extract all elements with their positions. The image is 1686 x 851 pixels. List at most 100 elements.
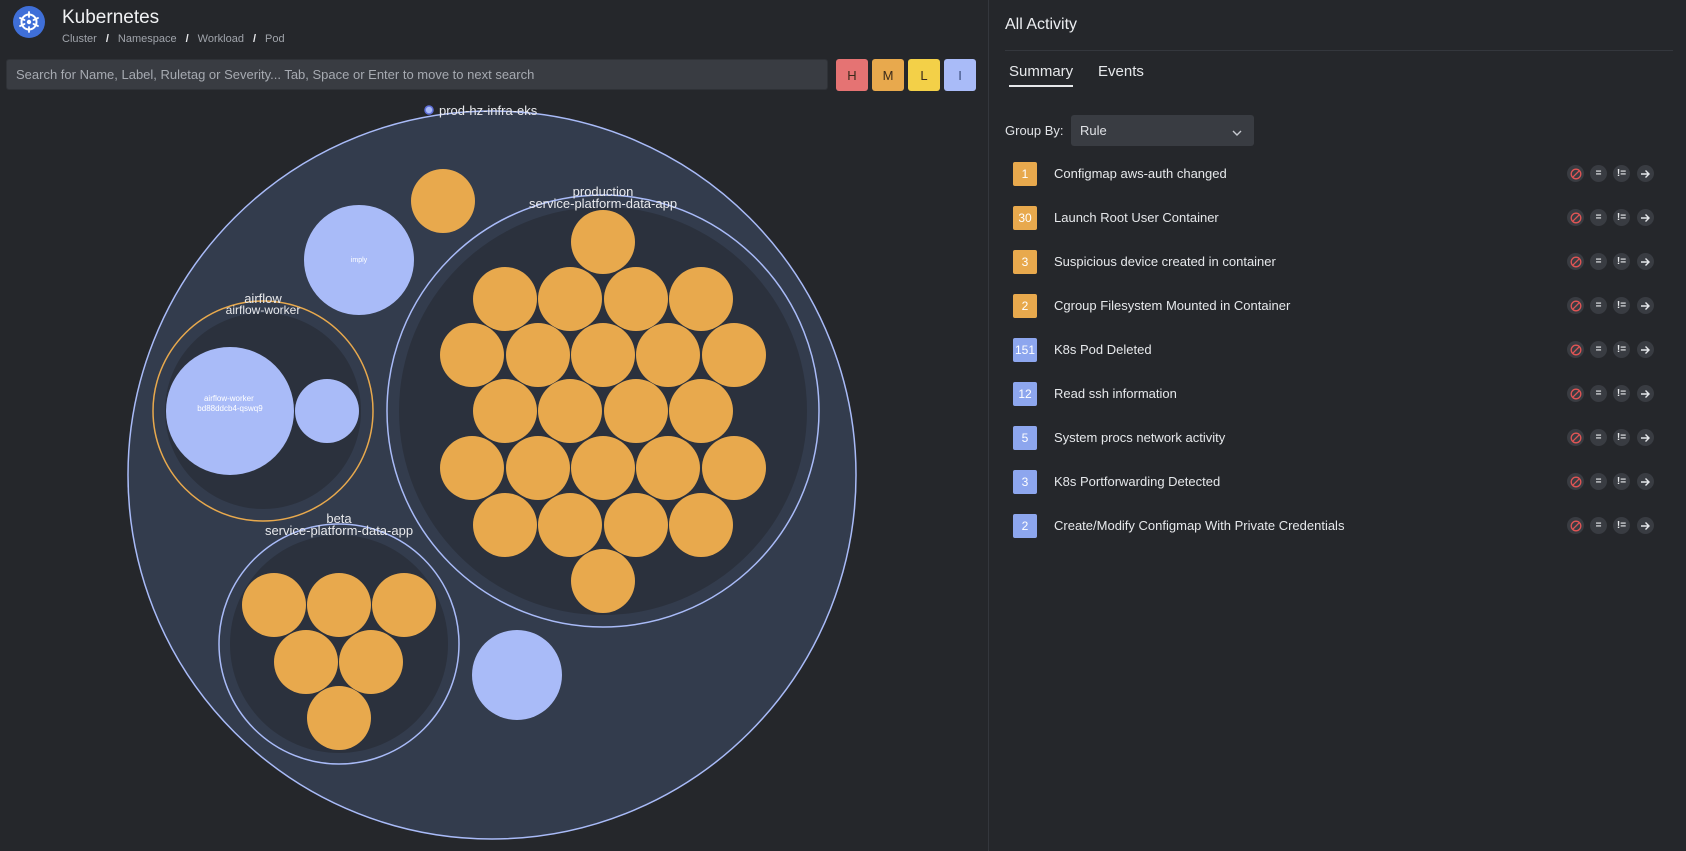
exclude-rule-icon[interactable] xyxy=(1567,209,1584,226)
tab-events[interactable]: Events xyxy=(1098,63,1144,85)
severity-filter-info[interactable]: I xyxy=(944,59,976,91)
arrow-right-icon[interactable] xyxy=(1637,341,1654,358)
production-pod-bubble[interactable] xyxy=(571,323,635,387)
filter-not-equals-button[interactable]: != xyxy=(1613,209,1630,226)
exclude-rule-icon[interactable] xyxy=(1567,473,1584,490)
rule-row[interactable]: 2 Create/Modify Configmap With Private Cr… xyxy=(1013,513,1654,539)
production-pod-bubble[interactable] xyxy=(669,267,733,331)
activity-title: All Activity xyxy=(1005,16,1078,33)
production-pod-bubble[interactable] xyxy=(702,323,766,387)
rule-row[interactable]: 3 K8s Portforwarding Detected = != xyxy=(1013,469,1654,495)
rule-row[interactable]: 5 System procs network activity = != xyxy=(1013,425,1654,451)
arrow-right-icon[interactable] xyxy=(1637,209,1654,226)
rule-name: Create/Modify Configmap With Private Cre… xyxy=(1054,518,1345,533)
filter-not-equals-button[interactable]: != xyxy=(1613,253,1630,270)
filter-not-equals-button[interactable]: != xyxy=(1613,341,1630,358)
exclude-rule-icon[interactable] xyxy=(1567,341,1584,358)
breadcrumb-cluster[interactable]: Cluster xyxy=(62,33,97,45)
filter-not-equals-button[interactable]: != xyxy=(1613,385,1630,402)
pod-bubble-airflow-small[interactable] xyxy=(295,379,359,443)
group-by-select[interactable]: Rule xyxy=(1071,115,1254,146)
rule-row[interactable]: 151 K8s Pod Deleted = != xyxy=(1013,337,1654,363)
cluster-bubble-chart[interactable]: prod-hz-infra-eks imply airflow airflow-… xyxy=(0,95,988,851)
rule-row[interactable]: 2 Cgroup Filesystem Mounted in Container =… xyxy=(1013,293,1654,319)
exclude-rule-icon[interactable] xyxy=(1567,253,1584,270)
production-pod-bubble[interactable] xyxy=(440,436,504,500)
severity-filter-high[interactable]: H xyxy=(836,59,868,91)
rule-count-badge: 2 xyxy=(1013,294,1037,318)
filter-equals-button[interactable]: = xyxy=(1590,341,1607,358)
production-pod-bubble[interactable] xyxy=(604,493,668,557)
production-pod-bubble[interactable] xyxy=(604,267,668,331)
search-input[interactable] xyxy=(6,59,828,90)
exclude-rule-icon[interactable] xyxy=(1567,165,1584,182)
production-pod-bubble[interactable] xyxy=(636,323,700,387)
breadcrumb-pod[interactable]: Pod xyxy=(265,33,285,45)
production-pod-bubble[interactable] xyxy=(473,493,537,557)
production-pod-bubble[interactable] xyxy=(473,267,537,331)
rule-row[interactable]: 3 Suspicious device created in container =… xyxy=(1013,249,1654,275)
filter-equals-button[interactable]: = xyxy=(1590,385,1607,402)
production-pod-bubble[interactable] xyxy=(604,379,668,443)
filter-equals-button[interactable]: = xyxy=(1590,429,1607,446)
filter-equals-button[interactable]: = xyxy=(1590,297,1607,314)
beta-pod-bubble[interactable] xyxy=(307,573,371,637)
filter-not-equals-button[interactable]: != xyxy=(1613,297,1630,314)
rule-count-badge: 3 xyxy=(1013,250,1037,274)
beta-pod-bubble[interactable] xyxy=(339,630,403,694)
filter-equals-button[interactable]: = xyxy=(1590,473,1607,490)
pod-label-airflow-worker: airflow-worker bd88ddcb4-qswq9 xyxy=(197,394,263,413)
production-pod-bubble[interactable] xyxy=(538,493,602,557)
exclude-rule-icon[interactable] xyxy=(1567,517,1584,534)
production-pod-bubble[interactable] xyxy=(571,436,635,500)
filter-not-equals-button[interactable]: != xyxy=(1613,517,1630,534)
rule-row[interactable]: 12 Read ssh information = != xyxy=(1013,381,1654,407)
severity-filter-medium[interactable]: M xyxy=(872,59,904,91)
rule-row[interactable]: 1 Configmap aws-auth changed = != xyxy=(1013,161,1654,187)
arrow-right-icon[interactable] xyxy=(1637,297,1654,314)
filter-not-equals-button[interactable]: != xyxy=(1613,429,1630,446)
arrow-right-icon[interactable] xyxy=(1637,253,1654,270)
arrow-right-icon[interactable] xyxy=(1637,473,1654,490)
breadcrumb-namespace[interactable]: Namespace xyxy=(118,33,177,45)
filter-equals-button[interactable]: = xyxy=(1590,253,1607,270)
filter-equals-button[interactable]: = xyxy=(1590,209,1607,226)
production-pod-bubble[interactable] xyxy=(669,379,733,443)
production-pod-bubble[interactable] xyxy=(538,379,602,443)
beta-pod-bubble[interactable] xyxy=(307,686,371,750)
filter-not-equals-button[interactable]: != xyxy=(1613,473,1630,490)
production-pod-bubble[interactable] xyxy=(571,210,635,274)
rule-row[interactable]: 30 Launch Root User Container = != xyxy=(1013,205,1654,231)
production-pod-bubble[interactable] xyxy=(538,267,602,331)
production-pod-bubble[interactable] xyxy=(440,323,504,387)
production-pod-bubble[interactable] xyxy=(702,436,766,500)
arrow-right-icon[interactable] xyxy=(1637,429,1654,446)
production-pod-bubble[interactable] xyxy=(506,436,570,500)
production-pod-bubble[interactable] xyxy=(473,379,537,443)
tab-summary[interactable]: Summary xyxy=(1009,63,1074,87)
pod-bubble-loose-medium[interactable] xyxy=(411,169,475,233)
production-pod-bubble[interactable] xyxy=(571,549,635,613)
rule-count-badge: 151 xyxy=(1013,338,1037,362)
exclude-rule-icon[interactable] xyxy=(1567,385,1584,402)
breadcrumb-workload[interactable]: Workload xyxy=(198,33,244,45)
production-pod-bubble[interactable] xyxy=(506,323,570,387)
filter-not-equals-button[interactable]: != xyxy=(1613,165,1630,182)
workload-label-production-app: service-platform-data-app xyxy=(529,196,677,211)
production-pod-bubble[interactable] xyxy=(669,493,733,557)
exclude-rule-icon[interactable] xyxy=(1567,429,1584,446)
rule-name: Configmap aws-auth changed xyxy=(1054,166,1227,181)
filter-equals-button[interactable]: = xyxy=(1590,517,1607,534)
beta-pod-bubble[interactable] xyxy=(242,573,306,637)
pod-bubble-loose-info[interactable] xyxy=(472,630,562,720)
arrow-right-icon[interactable] xyxy=(1637,517,1654,534)
severity-filter-low[interactable]: L xyxy=(908,59,940,91)
exclude-rule-icon[interactable] xyxy=(1567,297,1584,314)
arrow-right-icon[interactable] xyxy=(1637,165,1654,182)
beta-pod-bubble[interactable] xyxy=(372,573,436,637)
arrow-right-icon[interactable] xyxy=(1637,385,1654,402)
production-pod-bubble[interactable] xyxy=(636,436,700,500)
filter-equals-button[interactable]: = xyxy=(1590,165,1607,182)
beta-pod-bubble[interactable] xyxy=(274,630,338,694)
breadcrumb: Cluster / Namespace / Workload / Pod xyxy=(62,33,285,45)
